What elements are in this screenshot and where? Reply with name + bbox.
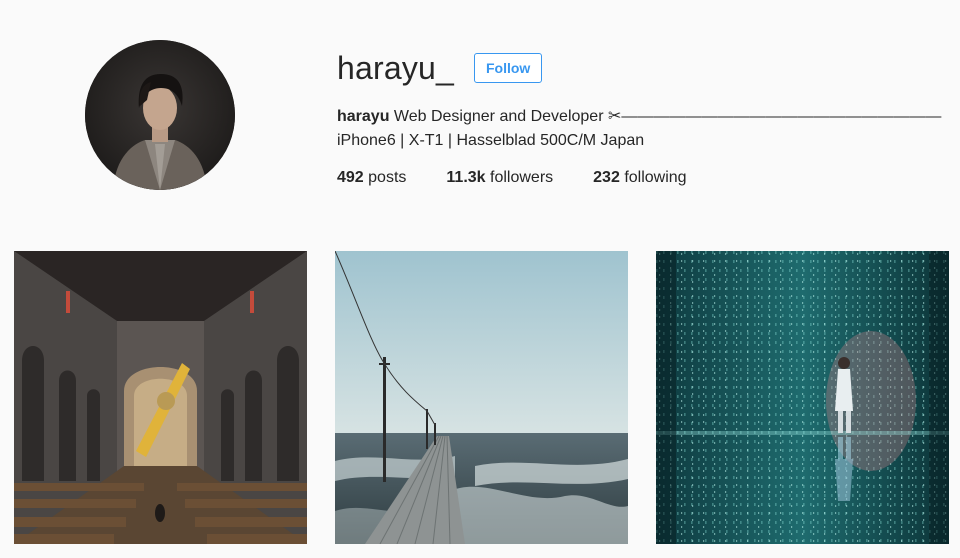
following-label: following [624, 169, 687, 186]
followers-label: followers [490, 169, 554, 186]
stat-followers[interactable]: 11.3k followers [446, 167, 553, 189]
profile-bio: harayu Web Designer and Developer ✂—————… [337, 105, 947, 153]
profile-stats: 492 posts 11.3k followers 232 following [337, 167, 727, 189]
post-thumbnail-light-installation[interactable] [656, 251, 949, 544]
followers-count: 11.3k [446, 169, 486, 186]
posts-count: 492 [337, 169, 364, 186]
bio-text: Web Designer and Developer ✂————————————… [337, 108, 942, 149]
bio-full-name: harayu [337, 108, 390, 125]
profile-page: harayu_ Follow harayu Web Designer and D… [0, 0, 960, 558]
profile-username: harayu_ [337, 50, 455, 86]
posts-label: posts [368, 169, 407, 186]
posts-grid [14, 251, 949, 558]
stat-posts: 492 posts [337, 167, 406, 189]
post-thumbnail-church[interactable] [14, 251, 307, 544]
avatar[interactable] [85, 40, 235, 190]
post-thumbnail-pier[interactable] [335, 251, 628, 544]
following-count: 232 [593, 169, 620, 186]
stat-following[interactable]: 232 following [593, 167, 686, 189]
follow-button[interactable]: Follow [474, 53, 543, 83]
